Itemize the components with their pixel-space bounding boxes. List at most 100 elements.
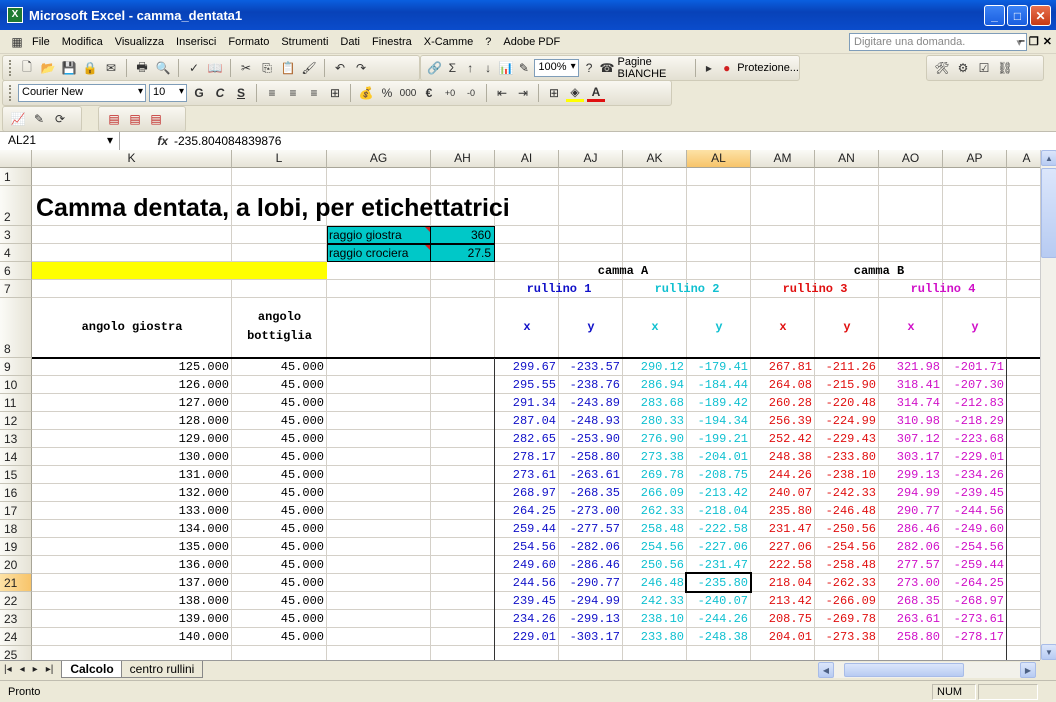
data-cell[interactable]: 291.34 xyxy=(495,396,559,410)
data-cell[interactable]: 250.56 xyxy=(623,558,687,572)
hscroll-thumb[interactable] xyxy=(844,663,964,677)
row-header[interactable]: 13 xyxy=(0,430,32,448)
data-cell[interactable]: -286.46 xyxy=(559,558,623,572)
data-cell[interactable]: -244.26 xyxy=(687,612,751,626)
scroll-left-icon[interactable]: ◀ xyxy=(818,662,834,678)
data-cell[interactable]: -268.35 xyxy=(559,486,623,500)
data-cell[interactable]: 233.80 xyxy=(623,630,687,644)
data-cell[interactable]: 131.000 xyxy=(32,468,232,482)
data-cell[interactable]: -273.61 xyxy=(943,612,1007,626)
row-header[interactable]: 24 xyxy=(0,628,32,646)
data-cell[interactable]: -184.44 xyxy=(687,378,751,392)
data-cell[interactable]: 140.000 xyxy=(32,630,232,644)
row-header[interactable]: 8 xyxy=(0,298,32,358)
data-cell[interactable]: -215.90 xyxy=(815,378,879,392)
row-header[interactable]: 11 xyxy=(0,394,32,412)
column-header[interactable]: AG xyxy=(327,150,431,168)
data-cell[interactable]: 240.07 xyxy=(751,486,815,500)
data-cell[interactable]: 287.04 xyxy=(495,414,559,428)
data-cell[interactable]: 273.38 xyxy=(623,450,687,464)
currency-icon[interactable]: 💰 xyxy=(357,84,375,102)
data-cell[interactable]: -189.42 xyxy=(687,396,751,410)
euro-button[interactable]: € xyxy=(420,84,438,102)
increase-decimal-icon[interactable]: +0 xyxy=(441,84,459,102)
permission-icon[interactable]: 🔒 xyxy=(81,59,99,77)
scroll-down-icon[interactable]: ▼ xyxy=(1041,644,1056,660)
new-icon[interactable]: 🗋 xyxy=(18,59,36,77)
scroll-thumb[interactable] xyxy=(1041,168,1056,258)
data-cell[interactable]: 258.48 xyxy=(623,522,687,536)
menu-dati[interactable]: Dati xyxy=(334,36,366,48)
record-icon[interactable]: ● xyxy=(719,59,734,77)
help-icon[interactable]: ? xyxy=(582,59,597,77)
zoom-select[interactable]: 100% xyxy=(534,59,579,77)
data-cell[interactable]: 45.000 xyxy=(232,540,327,554)
data-cell[interactable]: 248.38 xyxy=(751,450,815,464)
data-cell[interactable]: 128.000 xyxy=(32,414,232,428)
font-size-select[interactable]: 10 xyxy=(149,84,187,102)
workbook-icon[interactable]: ▦ xyxy=(8,33,26,51)
data-cell[interactable]: 249.60 xyxy=(495,558,559,572)
data-cell[interactable]: 290.12 xyxy=(623,360,687,374)
data-cell[interactable]: -208.75 xyxy=(687,468,751,482)
mdi-minimize-button[interactable]: – xyxy=(1019,35,1025,48)
data-cell[interactable]: -254.56 xyxy=(943,540,1007,554)
scroll-up-icon[interactable]: ▲ xyxy=(1041,150,1056,166)
pdf-review-icon[interactable]: ▤ xyxy=(147,110,165,128)
data-cell[interactable]: 127.000 xyxy=(32,396,232,410)
data-cell[interactable]: 252.42 xyxy=(751,432,815,446)
data-cell[interactable]: 45.000 xyxy=(232,612,327,626)
data-cell[interactable]: -218.04 xyxy=(687,504,751,518)
data-cell[interactable]: -282.06 xyxy=(559,540,623,554)
tab-calcolo[interactable]: Calcolo xyxy=(61,661,123,678)
data-cell[interactable]: -218.29 xyxy=(943,414,1007,428)
data-cell[interactable]: 286.94 xyxy=(623,378,687,392)
data-cell[interactable]: -264.25 xyxy=(943,576,1007,590)
bold-button[interactable]: G xyxy=(190,84,208,102)
data-cell[interactable]: 256.39 xyxy=(751,414,815,428)
data-cell[interactable]: 307.12 xyxy=(879,432,943,446)
data-cell[interactable]: -246.48 xyxy=(815,504,879,518)
data-cell[interactable]: 268.35 xyxy=(879,594,943,608)
column-header[interactable]: A xyxy=(1007,150,1040,168)
data-cell[interactable]: -242.33 xyxy=(815,486,879,500)
sort-ascending-icon[interactable]: ↑ xyxy=(463,59,478,77)
data-cell[interactable]: -234.26 xyxy=(943,468,1007,482)
toolbar-grip[interactable] xyxy=(9,85,12,101)
data-cell[interactable]: 235.80 xyxy=(751,504,815,518)
decrease-indent-icon[interactable]: ⇤ xyxy=(493,84,511,102)
data-cell[interactable]: 321.98 xyxy=(879,360,943,374)
data-cell[interactable]: 258.80 xyxy=(879,630,943,644)
data-cell[interactable]: -212.83 xyxy=(943,396,1007,410)
data-cell[interactable]: -238.76 xyxy=(559,378,623,392)
data-cell[interactable]: 299.67 xyxy=(495,360,559,374)
data-cell[interactable]: 231.47 xyxy=(751,522,815,536)
column-header[interactable]: AP xyxy=(943,150,1007,168)
row-header[interactable]: 9 xyxy=(0,358,32,376)
check-icon[interactable]: ☑ xyxy=(975,59,993,77)
column-header[interactable]: K xyxy=(32,150,232,168)
help-search-input[interactable]: Digitare una domanda. ▾ xyxy=(849,33,1027,51)
menu-inserisci[interactable]: Inserisci xyxy=(170,36,222,48)
align-center-icon[interactable]: ≡ xyxy=(284,84,302,102)
row-header[interactable]: 19 xyxy=(0,538,32,556)
data-cell[interactable]: 218.04 xyxy=(751,576,815,590)
data-cell[interactable]: 264.08 xyxy=(751,378,815,392)
data-cell[interactable]: -224.99 xyxy=(815,414,879,428)
column-header[interactable]: AM xyxy=(751,150,815,168)
vertical-scrollbar[interactable]: ▲ ▼ xyxy=(1040,150,1056,660)
italic-button[interactable]: C xyxy=(211,84,229,102)
data-cell[interactable]: -222.58 xyxy=(687,522,751,536)
row-header[interactable]: 18 xyxy=(0,520,32,538)
data-cell[interactable]: 286.46 xyxy=(879,522,943,536)
data-cell[interactable]: 134.000 xyxy=(32,522,232,536)
row-header[interactable]: 23 xyxy=(0,610,32,628)
data-cell[interactable]: 45.000 xyxy=(232,396,327,410)
data-cell[interactable]: -213.42 xyxy=(687,486,751,500)
column-header[interactable]: AL xyxy=(687,150,751,168)
chart-wizard-icon[interactable]: 📊 xyxy=(499,59,514,77)
data-cell[interactable]: 125.000 xyxy=(32,360,232,374)
row-header[interactable]: 6 xyxy=(0,262,32,280)
last-tab-icon[interactable]: ▸| xyxy=(42,664,58,675)
data-cell[interactable]: 227.06 xyxy=(751,540,815,554)
